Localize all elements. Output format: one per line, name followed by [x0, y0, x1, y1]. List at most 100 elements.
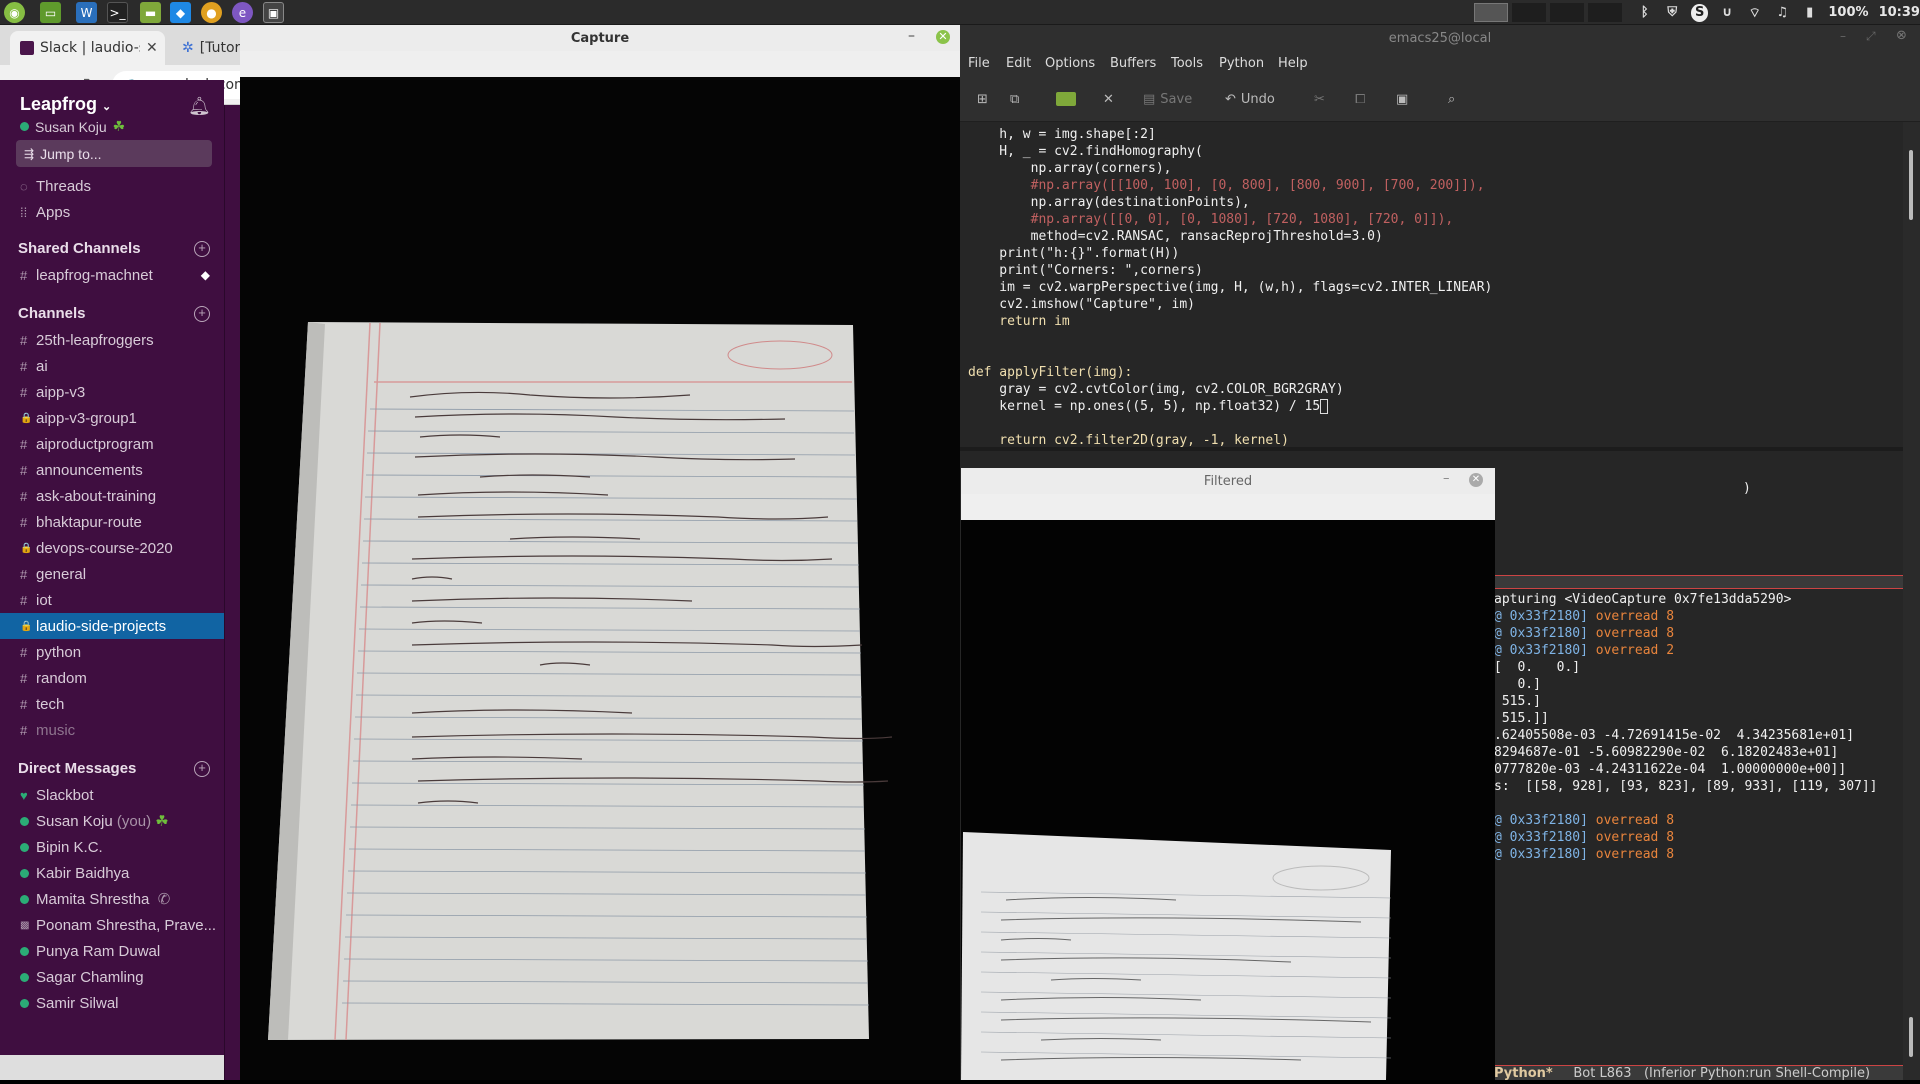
close-buffer-icon[interactable]: ✕: [1103, 79, 1114, 119]
capture-titlebar[interactable]: Capture: [240, 25, 960, 51]
add-channel-icon[interactable]: +: [194, 306, 210, 322]
menu-buffers[interactable]: Buffers: [1110, 51, 1156, 75]
emacs-maximize-icon[interactable]: ⤢: [1866, 29, 1876, 44]
sidebar-item-leapfrog-machnet[interactable]: # leapfrog-machnet ◆: [0, 262, 224, 288]
sidebar-item-channel[interactable]: # announcements: [0, 457, 224, 483]
battery-icon[interactable]: ▮: [1801, 4, 1818, 22]
sidebar-item-apps[interactable]: ⁞⁞ Apps: [0, 199, 224, 225]
filtered-titlebar[interactable]: Filtered: [961, 468, 1495, 494]
text-cursor: [1320, 399, 1328, 414]
scrollbar-thumb[interactable]: [1909, 150, 1913, 220]
terminal-icon[interactable]: >_: [107, 2, 128, 23]
sidebar-item-channel[interactable]: 🔒 devops-course-2020: [0, 535, 224, 561]
screenshot-icon[interactable]: ▣: [263, 2, 284, 23]
current-user[interactable]: Susan Koju ☘: [20, 118, 125, 135]
dm-item-group[interactable]: ▩ Poonam Shrestha, Prave...: [0, 912, 224, 938]
shared-channels-header[interactable]: Shared Channels: [18, 240, 141, 257]
minimize-icon[interactable]: –: [908, 28, 915, 44]
dm-item[interactable]: Bipin K.C.: [0, 834, 224, 860]
sidebar-item-channel[interactable]: # aipp-v3: [0, 379, 224, 405]
paste-icon[interactable]: ▣: [1396, 79, 1408, 119]
close-icon[interactable]: ✕: [936, 30, 950, 44]
shield-icon[interactable]: ⛨: [1663, 4, 1680, 22]
filtered-close-icon[interactable]: ✕: [1469, 473, 1483, 487]
dm-item-slackbot[interactable]: ♥ Slackbot: [0, 782, 224, 808]
tab-tutorial-label: [Tutor: [199, 40, 240, 56]
save-button[interactable]: ▤ Save: [1143, 79, 1192, 119]
menu-options[interactable]: Options: [1045, 51, 1095, 75]
emacs-toolbar: ⊞ ⧉ ✕ ▤ Save ↶ Undo ✂ ⧠ ▣ ⌕: [960, 75, 1920, 122]
jump-to-search[interactable]: ⇶ Jump to...: [16, 140, 212, 167]
menu-file[interactable]: File: [968, 51, 990, 75]
sound-icon[interactable]: ♫: [1773, 4, 1790, 22]
open-file-icon[interactable]: ⧉: [1010, 79, 1019, 119]
scrollbar-thumb-lower[interactable]: [1909, 1017, 1913, 1057]
sidebar-item-channel[interactable]: #25th-leapfroggers: [0, 327, 224, 353]
workspace-2[interactable]: [1512, 3, 1546, 22]
emacs-close-icon[interactable]: ⊗: [1896, 28, 1907, 43]
filtered-minimize-icon[interactable]: –: [1443, 471, 1450, 486]
tab-tutorial[interactable]: ✲ [Tutor: [172, 31, 240, 65]
dm-item[interactable]: Kabir Baidhya: [0, 860, 224, 886]
writer-icon[interactable]: W: [76, 2, 97, 23]
dm-item-self[interactable]: Susan Koju (you) ☘: [0, 808, 224, 834]
sidebar-item-channel[interactable]: # ai: [0, 353, 224, 379]
workspace-3[interactable]: [1550, 3, 1584, 22]
menu-help[interactable]: Help: [1278, 51, 1308, 75]
direct-messages-header[interactable]: Direct Messages: [18, 760, 136, 777]
sidebar-item-channel[interactable]: # bhaktapur-route: [0, 509, 224, 535]
output-line: 0777820e-03 -4.24311622e-04 1.00000000e+…: [1494, 762, 1847, 777]
clock[interactable]: 10:39: [1879, 5, 1920, 20]
sidebar-item-channel[interactable]: # tech: [0, 691, 224, 717]
search-icon[interactable]: ⌕: [1448, 79, 1455, 119]
sidebar-item-channel[interactable]: 🔒 aipp-v3-group1: [0, 405, 224, 431]
channels-header[interactable]: Channels: [18, 305, 86, 322]
workspace-1[interactable]: [1474, 3, 1508, 22]
slack-scrollbar[interactable]: [224, 105, 240, 1080]
dm-item[interactable]: Mamita Shrestha ✆: [0, 886, 224, 912]
sidebar-item-channel[interactable]: # general: [0, 561, 224, 587]
cut-icon[interactable]: ✂: [1314, 79, 1325, 119]
sidebar-item-channel[interactable]: # python: [0, 639, 224, 665]
dm-item[interactable]: Sagar Chamling: [0, 964, 224, 990]
workspace-name[interactable]: Leapfrog ⌄: [20, 94, 111, 115]
menu-python[interactable]: Python: [1219, 51, 1264, 75]
bell-icon[interactable]: 🔔︎: [188, 96, 211, 117]
emacs-minimize-icon[interactable]: –: [1840, 29, 1846, 43]
updater-icon[interactable]: ∪: [1718, 4, 1735, 22]
chrome-icon[interactable]: ●: [201, 2, 222, 23]
close-tab-icon[interactable]: ✕: [146, 40, 158, 56]
sidebar-item-channel[interactable]: # ask-about-training: [0, 483, 224, 509]
sidebar-item-threads[interactable]: ◌ Threads: [0, 173, 224, 199]
sidebar-item-channel-muted[interactable]: # music: [0, 717, 224, 743]
dm-item[interactable]: Punya Ram Duwal: [0, 938, 224, 964]
sidebar-item-channel[interactable]: # random: [0, 665, 224, 691]
emacs-title: emacs25@local: [1388, 30, 1492, 46]
sidebar-item-channel[interactable]: # iot: [0, 587, 224, 613]
menu-tools[interactable]: Tools: [1171, 51, 1203, 75]
copy-icon[interactable]: ⧠: [1355, 79, 1365, 119]
menu-icon[interactable]: ◉: [4, 2, 25, 23]
new-file-icon[interactable]: ⊞: [977, 79, 988, 119]
bluetooth-icon[interactable]: ᛒ: [1636, 4, 1653, 22]
tab-slack[interactable]: Slack | laudio-s ✕: [10, 31, 165, 65]
vscode-icon[interactable]: ◆: [170, 2, 191, 23]
workspace-4[interactable]: [1588, 3, 1622, 22]
menu-edit[interactable]: Edit: [1006, 51, 1031, 75]
emacs-scrollbar[interactable]: [1903, 122, 1920, 1080]
wifi-icon[interactable]: ⌔: [1746, 4, 1763, 22]
undo-button[interactable]: ↶ Undo: [1225, 79, 1275, 119]
top-panel: ◉ ▭ W >_ ▬ ◆ ● e ▣ ᛒ ⛨ S ∪ ⌔ ♫ ▮ 100% 10…: [0, 0, 1920, 25]
open-dir-icon[interactable]: [1056, 79, 1076, 119]
skype-icon[interactable]: S: [1690, 3, 1709, 22]
sidebar-item-channel[interactable]: # aiproductprogram: [0, 431, 224, 457]
emacs-titlebar[interactable]: emacs25@local: [960, 25, 1920, 51]
dm-item[interactable]: Samir Silwal: [0, 990, 224, 1016]
files-icon[interactable]: ▬: [140, 2, 161, 23]
sidebar-item-channel-active[interactable]: 🔒 laudio-side-projects: [0, 613, 224, 639]
emacs-icon[interactable]: e: [232, 2, 253, 23]
add-shared-channel-icon[interactable]: +: [194, 241, 210, 257]
desktop-icon[interactable]: ▭: [40, 2, 61, 23]
add-dm-icon[interactable]: +: [194, 761, 210, 777]
code-line: h, w = img.shape[:2]: [968, 127, 1156, 142]
